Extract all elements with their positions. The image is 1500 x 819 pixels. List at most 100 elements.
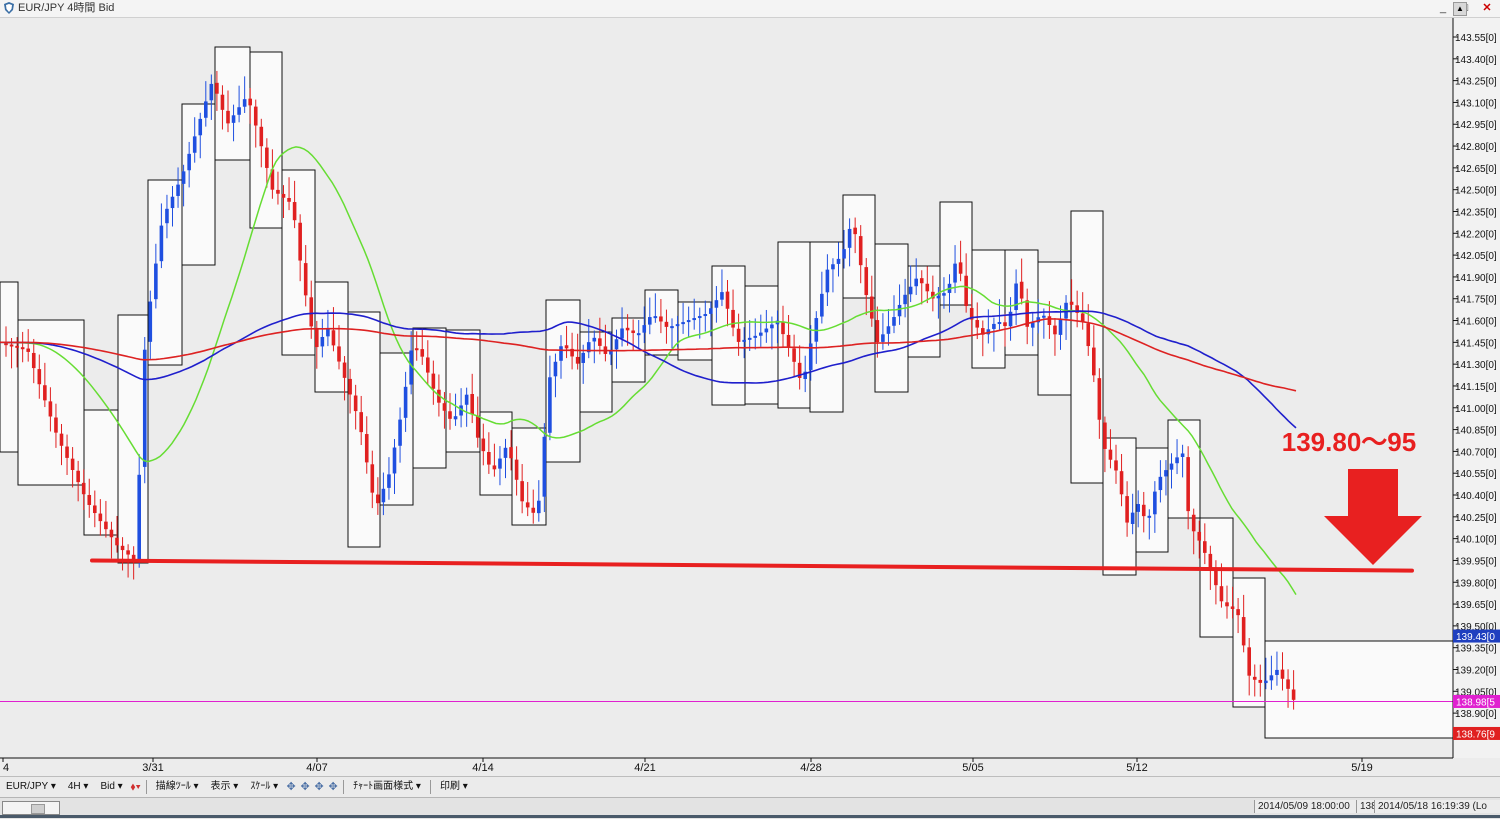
price-marker-label: 139.43[0 — [1456, 632, 1495, 643]
candle-body — [359, 412, 363, 433]
candle-body — [847, 228, 852, 248]
display-menu[interactable]: 表示 ▾ — [205, 778, 245, 796]
range-box — [579, 331, 613, 413]
candle-body — [87, 494, 92, 505]
candle-body — [886, 326, 891, 334]
price-tick-label: 141.75[0] — [1455, 295, 1497, 306]
candle-body — [958, 262, 963, 274]
candle-body — [997, 322, 1002, 325]
candle-body — [59, 433, 64, 446]
candle-body — [742, 339, 746, 342]
candle-body — [309, 297, 314, 327]
candle-body — [1191, 514, 1196, 532]
candle-body — [631, 330, 635, 334]
candle-body — [537, 500, 541, 514]
price-tick-label: 143.55[0] — [1455, 33, 1497, 44]
minimize-button[interactable]: _ — [1432, 0, 1454, 17]
candle-body — [1247, 647, 1251, 676]
candle-body — [747, 337, 752, 340]
scroll-up-arrow-icon[interactable]: ▲ — [1453, 2, 1467, 16]
app-logo-icon — [4, 2, 14, 14]
candle-body — [664, 321, 669, 327]
candle-body — [1108, 449, 1113, 460]
candle-body — [731, 309, 735, 328]
candle-body — [1252, 676, 1257, 680]
candle-body — [636, 333, 641, 336]
color-picker-icon[interactable]: ⬧▾ — [129, 778, 143, 796]
candle-body — [192, 136, 197, 153]
candle-body — [398, 419, 402, 446]
candle-body — [381, 488, 386, 503]
scale-menu[interactable]: ｽｹｰﾙ ▾ — [244, 778, 284, 796]
candle-body — [525, 502, 530, 508]
candle-body — [670, 326, 674, 329]
candle-body — [897, 304, 902, 317]
candle-body — [831, 264, 835, 270]
candle-body — [1092, 347, 1096, 376]
candle-body — [825, 269, 830, 293]
candle-body — [786, 334, 791, 348]
candle-body — [265, 147, 269, 168]
candle-body — [1030, 322, 1035, 328]
print-menu[interactable]: 印刷 ▾ — [434, 778, 474, 796]
range-box — [249, 51, 283, 229]
scrollbar-thumb[interactable] — [31, 804, 45, 814]
scroll-left-icon[interactable]: ✥ — [312, 778, 326, 796]
candle-body — [864, 267, 869, 296]
candle-body — [426, 357, 430, 373]
candle-body — [548, 377, 552, 433]
candle-body — [1175, 457, 1179, 464]
candle-body — [514, 459, 519, 480]
candle-body — [126, 550, 130, 555]
candle-body — [681, 322, 685, 325]
candle-body — [1225, 602, 1229, 607]
window-titlebar: EUR/JPY 4時間 Bid _ □ ✕ — [0, 0, 1500, 18]
price-axis: 143.55[0] 143.40[0] 143.25[0] 143.10[0] 142.… — [1452, 18, 1500, 758]
zoom-in-icon[interactable]: ✥ — [284, 778, 298, 796]
candle-body — [642, 325, 647, 333]
zoom-out-icon[interactable]: ✥ — [298, 778, 312, 796]
chart-style-menu[interactable]: ﾁｬｰﾄ画面様式 ▾ — [347, 778, 427, 796]
close-button[interactable]: ✕ — [1476, 0, 1498, 17]
candle-body — [1125, 496, 1129, 523]
candle-body — [1208, 553, 1213, 570]
candle-body — [109, 529, 114, 538]
price-tick-label: 142.35[0] — [1455, 207, 1497, 218]
scroll-right-icon[interactable]: ✥ — [326, 778, 340, 796]
range-box — [347, 311, 381, 548]
draw-tools-menu[interactable]: 描線ﾂｰﾙ ▾ — [150, 778, 205, 796]
candle-body — [1186, 457, 1190, 512]
candle-body — [1136, 504, 1140, 512]
candlestick-chart[interactable]: 143.55[0] 143.40[0] 143.25[0] 143.10[0] 142.… — [0, 18, 1500, 776]
candle-body — [908, 286, 913, 295]
candle-body — [553, 361, 558, 377]
candle-body — [697, 316, 702, 319]
price-tick-label: 143.40[0] — [1455, 55, 1497, 66]
candle-body — [581, 352, 585, 363]
candle-body — [781, 321, 785, 335]
candle-body — [470, 394, 474, 415]
candle-body — [1291, 689, 1296, 700]
candle-body — [403, 386, 408, 418]
candle-body — [759, 332, 763, 336]
candle-body — [376, 494, 380, 504]
price-tick-label: 139.95[0] — [1455, 556, 1497, 567]
side-select[interactable]: Bid ▾ — [94, 778, 128, 796]
symbol-select[interactable]: EUR/JPY ▾ — [0, 778, 62, 796]
candle-body — [93, 505, 97, 514]
horizontal-scrollbar[interactable] — [2, 801, 60, 815]
candle-body — [925, 283, 930, 292]
timeframe-select[interactable]: 4H ▾ — [62, 778, 95, 796]
candle-body — [1269, 675, 1274, 681]
candle-body — [487, 451, 491, 465]
candle-body — [20, 347, 25, 350]
range-box — [1135, 447, 1169, 553]
range-box — [1070, 210, 1104, 484]
candle-body — [820, 293, 824, 317]
candle-body — [1280, 669, 1285, 679]
candle-body — [154, 263, 158, 300]
candle-body — [364, 434, 369, 463]
candle-body — [1103, 422, 1107, 449]
candle-body — [176, 184, 180, 196]
candle-body — [1019, 281, 1024, 299]
